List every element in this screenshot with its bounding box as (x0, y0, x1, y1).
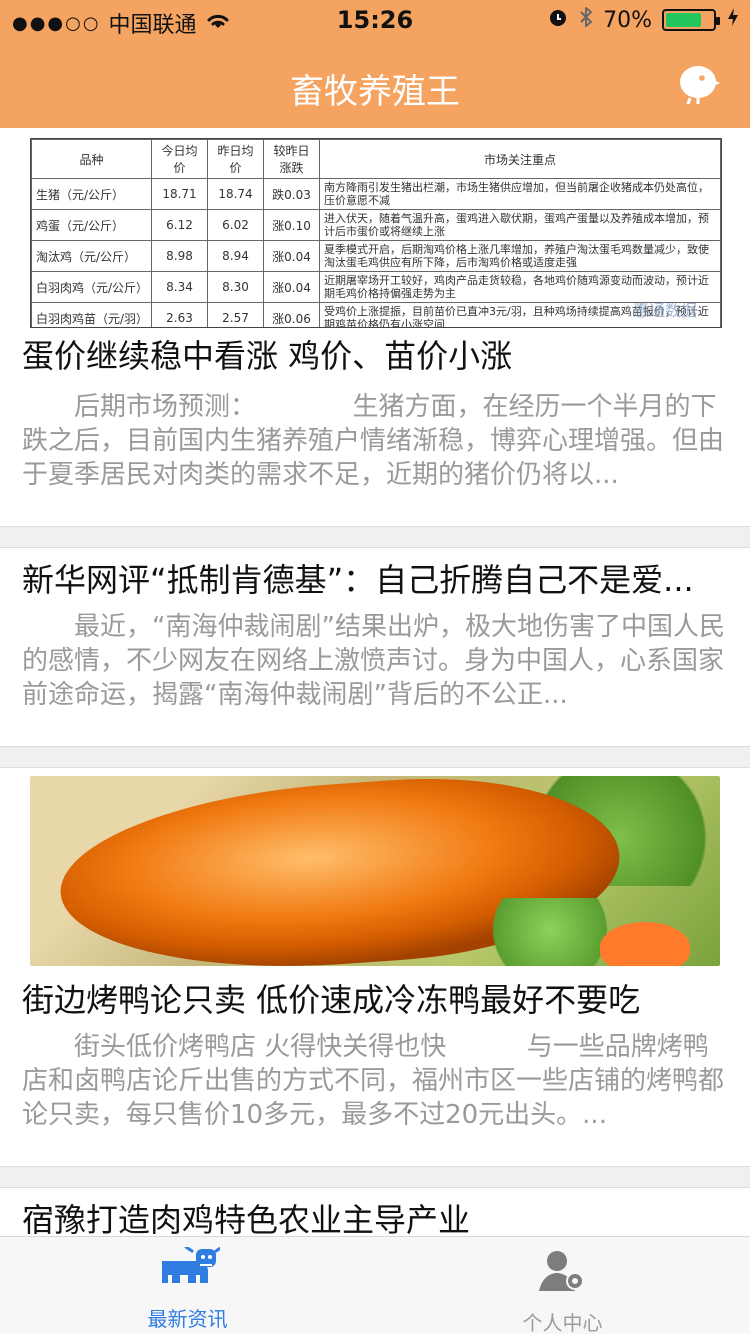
cow-icon (156, 1245, 223, 1297)
divider (0, 526, 750, 548)
table-cell: 8.94 (207, 240, 264, 272)
battery-icon (662, 9, 720, 31)
status-right: 70% (547, 6, 740, 34)
news-summary: 最近，“南海仲裁闹剧”结果出炉，极大地伤害了中国人民的感情，不少网友在网络上激愤… (22, 610, 728, 712)
alarm-icon (547, 6, 569, 34)
table-row: 生猪（元/公斤） 18.71 18.74 跌0.03 南方降雨引发生猪出栏潮，市… (31, 178, 721, 210)
tab-bar: 最新资讯 个人中心 (0, 1236, 750, 1334)
table-cell: 2.63 (151, 302, 208, 327)
table-cell: 18.74 (207, 178, 264, 210)
news-title[interactable]: 蛋价继续稳中看涨 鸡价、苗价小涨 (22, 336, 728, 376)
table-cell: 8.34 (151, 271, 208, 303)
table-cell: 南方降雨引发生猪出栏潮，市场生猪供应增加，但当前屠企收猪成本仍处高位，压价意愿不… (319, 178, 721, 210)
table-row: 白羽肉鸡（元/公斤） 8.34 8.30 涨0.04 近期屠宰场开工较好，鸡肉产… (31, 271, 721, 303)
tab-label: 个人中心 (522, 1311, 603, 1334)
news-card[interactable]: 街边烤鸭论只卖 低价速成冷冻鸭最好不要吃 街头低价烤鸭店 火得快关得也快 与一些… (0, 768, 750, 1166)
table-cell: 2.57 (207, 302, 264, 327)
table-row: 鸡蛋（元/公斤） 6.12 6.02 涨0.10 进入伏天，随着气温升高，蛋鸡进… (31, 209, 721, 241)
table-cell: 白羽肉鸡（元/公斤） (31, 271, 152, 303)
summary-lead: 街头低价烤鸭店 火得快关得也快 (74, 1032, 447, 1062)
bluetooth-icon (579, 6, 593, 34)
table-cell: 鸡蛋（元/公斤） (31, 209, 152, 241)
market-table: 品种 今日均价 昨日均价 较昨日涨跌 市场关注重点 生猪（元/公斤） 18.71… (31, 139, 721, 327)
table-row: 白羽肉鸡苗（元/羽） 2.63 2.57 涨0.06 受鸡价上涨提振，目前苗价已… (31, 302, 721, 327)
table-cell: 6.02 (207, 209, 264, 241)
news-card[interactable]: 宿豫打造肉鸡特色农业主导产业 (0, 1188, 750, 1236)
news-summary: 街头低价烤鸭店 火得快关得也快 与一些品牌烤鸭店和卤鸭店论斤出售的方式不同，福州… (22, 1030, 728, 1132)
battery-percent: 70% (603, 7, 652, 33)
page-title: 畜牧养殖王 (290, 72, 460, 112)
user-settings-icon (535, 1247, 591, 1301)
summary-lead: 后期市场预测： (74, 392, 257, 422)
news-card[interactable]: 品种 今日均价 昨日均价 较昨日涨跌 市场关注重点 生猪（元/公斤） 18.71… (0, 128, 750, 526)
news-feed: 品种 今日均价 昨日均价 较昨日涨跌 市场关注重点 生猪（元/公斤） 18.71… (0, 128, 750, 1236)
table-cell: 白羽肉鸡苗（元/羽） (31, 302, 152, 327)
roast-duck-image (30, 776, 720, 966)
table-cell: 涨0.04 (263, 271, 320, 303)
table-header: 昨日均价 (207, 139, 264, 179)
news-card[interactable]: 新华网评“抵制肯德基”：自己折腾自己不是爱... 最近，“南海仲裁闹剧”结果出炉… (0, 548, 750, 746)
table-header: 今日均价 (151, 139, 208, 179)
news-summary: 后期市场预测： 生猪方面，在经历一个半月的下跌之后，目前国内生猪养殖户情绪渐稳，… (22, 390, 728, 492)
news-title[interactable]: 宿豫打造肉鸡特色农业主导产业 (22, 1200, 728, 1236)
top-bar: ●●●○○ 中国联通 15:26 70% 畜牧养殖王 (0, 0, 750, 128)
news-title[interactable]: 街边烤鸭论只卖 低价速成冷冻鸭最好不要吃 (22, 980, 728, 1020)
news-title[interactable]: 新华网评“抵制肯德基”：自己折腾自己不是爱... (22, 560, 728, 600)
table-cell: 进入伏天，随着气温升高，蛋鸡进入歇伏期，蛋鸡产蛋量以及养殖成本增加，预计后市蛋价… (319, 209, 721, 241)
divider (0, 1166, 750, 1188)
table-cell: 涨0.06 (263, 302, 320, 327)
table-cell: 6.12 (151, 209, 208, 241)
market-table-image: 品种 今日均价 昨日均价 较昨日涨跌 市场关注重点 生猪（元/公斤） 18.71… (30, 138, 722, 328)
summary-text: 最近，“南海仲裁闹剧”结果出炉，极大地伤害了中国人民的感情，不少网友在网络上激愤… (22, 612, 725, 710)
tab-profile[interactable]: 个人中心 (375, 1237, 750, 1334)
table-cell: 淘汰鸡（元/公斤） (31, 240, 152, 272)
table-header: 品种 (31, 139, 152, 179)
table-cell: 涨0.04 (263, 240, 320, 272)
table-cell: 夏季模式开启，后期淘鸡价格上涨几率增加，养殖户淘汰蛋毛鸡数量减少，致使淘汰蛋毛鸡… (319, 240, 721, 272)
table-header: 市场关注重点 (319, 139, 721, 179)
divider (0, 746, 750, 768)
table-cell: 8.30 (207, 271, 264, 303)
table-cell: 18.71 (151, 178, 208, 210)
table-cell: 8.98 (151, 240, 208, 272)
chick-icon[interactable] (674, 58, 722, 105)
tab-label: 最新资讯 (147, 1307, 228, 1331)
table-cell: 跌0.03 (263, 178, 320, 210)
status-bar: ●●●○○ 中国联通 15:26 70% (0, 0, 750, 40)
table-row: 淘汰鸡（元/公斤） 8.98 8.94 涨0.04 夏季模式开启，后期淘鸡价格上… (31, 240, 721, 272)
table-cell: 生猪（元/公斤） (31, 178, 152, 210)
table-header: 较昨日涨跌 (263, 139, 320, 179)
table-cell: 涨0.10 (263, 209, 320, 241)
watermark: 惠通数据 (632, 301, 697, 320)
charging-icon (726, 6, 740, 34)
tab-latest-news[interactable]: 最新资讯 (0, 1237, 375, 1334)
